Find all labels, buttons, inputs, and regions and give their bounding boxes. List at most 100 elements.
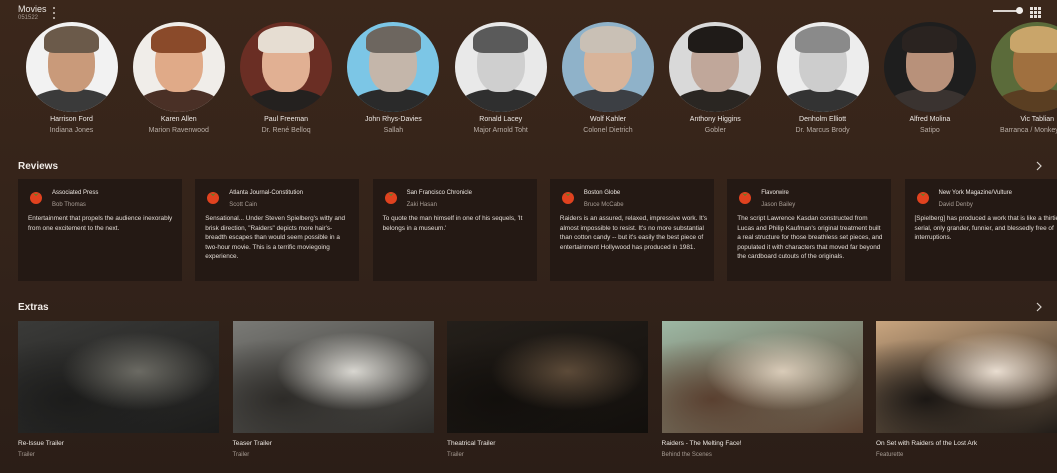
review-publisher: Associated Press [52,190,99,196]
extra-item[interactable]: On Set with Raiders of the Lost Ark Featu… [876,321,1057,458]
grid-view-icon[interactable] [1030,7,1041,18]
character-name: Barranca / Monkey Man [1000,127,1057,134]
extra-type: Featurette [876,452,904,458]
tomato-icon [916,192,929,204]
avatar [562,22,654,112]
cast-member[interactable]: Harrison Ford Indiana Jones [18,22,125,134]
actor-name: Harrison Ford [50,116,93,123]
cast-member[interactable]: Wolf Kahler Colonel Dietrich [555,22,662,134]
cast-member[interactable]: Karen Allen Marion Ravenwood [125,22,232,134]
character-name: Gobler [704,127,726,134]
extra-title: Re-Issue Trailer [18,440,64,447]
extra-title: On Set with Raiders of the Lost Ark [876,440,978,447]
character-name: Dr. Marcus Brody [795,127,850,134]
review-critic: David Denby [938,202,973,208]
tomato-icon [561,192,574,204]
reviews-next-chevron-right-icon[interactable] [1035,161,1043,171]
review-publisher: Boston Globe [583,190,621,196]
extra-title: Raiders - The Melting Face! [661,440,742,447]
avatar [347,22,440,112]
avatar [991,22,1057,112]
character-name: Marion Ravenwood [148,127,209,134]
review-card[interactable]: Atlanta Journal-Constitution Scott Cain Se… [195,179,360,281]
video-thumbnail[interactable] [447,321,648,433]
kebab-menu-icon[interactable] [50,7,58,19]
review-card[interactable]: New York Magazine/Vulture David Denby [Spi… [904,179,1057,281]
extra-item[interactable]: Raiders - The Melting Face! Behind the Sc… [661,321,863,458]
extras-heading: Extras [18,302,49,313]
review-card[interactable]: Flavorwire Jason Bailey The script Lawrenc… [727,179,892,281]
actor-name: Denholm Elliott [799,116,847,123]
actor-name: John Rhys-Davies [364,116,422,123]
avatar [240,22,333,112]
actor-name: Wolf Kahler [589,116,627,123]
review-publisher: San Francisco Chronicle [406,190,472,196]
video-thumbnail[interactable] [18,321,219,433]
review-quote: Sensational... Under Steven Spielberg's … [205,215,346,260]
review-quote: To quote the man himself in one of his s… [382,215,523,232]
cast-member[interactable]: Denholm Elliott Dr. Marcus Brody [769,22,876,134]
extra-type: Trailer [18,452,35,458]
page-title: Movies [18,4,47,14]
review-quote: [Spielberg] has produced a work that is … [914,215,1057,241]
actor-name: Vic Tablian [1020,116,1054,123]
review-card[interactable]: Boston Globe Bruce McCabe Raiders is an as… [549,179,714,281]
extra-item[interactable]: Teaser Trailer Trailer [232,321,434,458]
actor-name: Karen Allen [160,116,197,123]
extra-type: Trailer [447,452,464,458]
review-publisher: Flavorwire [761,190,789,196]
character-name: Colonel Dietrich [583,127,633,134]
actor-name: Paul Freeman [264,116,309,123]
review-critic: Zaki Hasan [406,202,437,208]
review-card[interactable]: Associated Press Bob Thomas Entertainment … [18,179,182,281]
character-name: Satipo [919,127,940,134]
extras-next-chevron-right-icon[interactable] [1035,302,1043,312]
review-quote: The script Lawrence Kasdan constructed f… [737,215,883,260]
review-publisher: Atlanta Journal-Constitution [229,190,304,196]
app-header: Movies 051522 [18,4,47,21]
avatar [132,22,225,112]
video-thumbnail[interactable] [232,321,434,433]
review-critic: Bob Thomas [52,202,86,208]
character-name: Dr. René Belloq [261,127,311,134]
zoom-slider-handle[interactable] [1015,7,1023,14]
extra-title: Teaser Trailer [232,440,272,447]
avatar [669,22,762,112]
tomato-icon [30,192,42,204]
avatar [454,22,547,112]
extra-item[interactable]: Theatrical Trailer Trailer [447,321,648,458]
reviews-list: Associated Press Bob Thomas Entertainment … [18,179,1057,282]
video-thumbnail[interactable] [876,321,1057,433]
cast-member[interactable]: Alfred Molina Satipo [876,22,983,134]
review-card[interactable]: San Francisco Chronicle Zaki Hasan To quot… [372,179,537,281]
review-quote: Raiders is an assured, relaxed, impressi… [559,215,708,251]
actor-name: Ronald Lacey [479,116,523,123]
extras-list: Re-Issue Trailer Trailer Teaser Trailer Tra… [18,321,1057,473]
extra-type: Behind the Scenes [661,452,712,458]
extra-item[interactable]: Re-Issue Trailer Trailer [18,321,219,458]
tomato-icon [739,192,752,204]
cast-member[interactable]: Anthony Higgins Gobler [662,22,769,134]
cast-member[interactable]: Vic Tablian Barranca / Monkey Man [984,22,1057,134]
review-quote: Entertainment that propels the audience … [28,215,173,232]
zoom-slider[interactable] [993,7,1025,14]
review-critic: Jason Bailey [761,202,796,208]
cast-member[interactable]: Ronald Lacey Major Arnold Toht [447,22,554,134]
avatar [776,22,869,112]
extra-title: Theatrical Trailer [447,440,496,447]
cast-member[interactable]: John Rhys-Davies Sallah [340,22,447,134]
avatar [883,22,976,112]
tomato-icon [207,192,220,204]
review-publisher: New York Magazine/Vulture [938,190,1013,196]
avatar [25,22,118,112]
video-thumbnail[interactable] [661,321,863,433]
cast-list: Harrison Ford Indiana Jones Karen Allen Mar… [18,22,1057,142]
actor-name: Anthony Higgins [689,116,741,123]
character-name: Sallah [383,127,404,134]
tomato-icon [384,192,397,204]
reviews-heading: Reviews [18,161,59,172]
review-critic: Scott Cain [229,202,257,208]
cast-member[interactable]: Paul Freeman Dr. René Belloq [233,22,340,134]
page-subtitle: 051522 [18,15,39,21]
actor-name: Alfred Molina [909,116,951,123]
